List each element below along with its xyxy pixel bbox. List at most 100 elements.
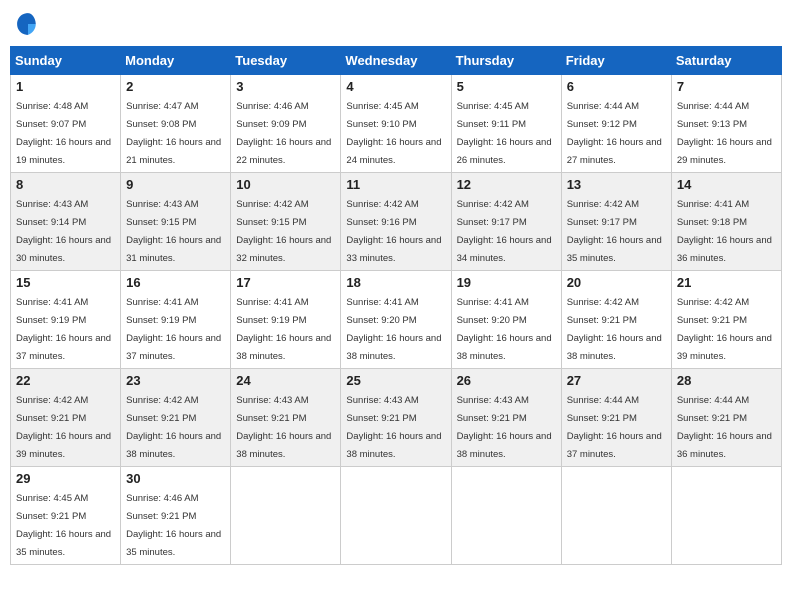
day-info: Sunrise: 4:42 AMSunset: 9:16 PMDaylight:… [346,199,441,264]
calendar-cell: 6 Sunrise: 4:44 AMSunset: 9:12 PMDayligh… [561,75,671,173]
day-info: Sunrise: 4:42 AMSunset: 9:21 PMDaylight:… [567,297,662,362]
col-header-saturday: Saturday [671,47,781,75]
day-info: Sunrise: 4:46 AMSunset: 9:21 PMDaylight:… [126,493,221,558]
calendar-cell: 5 Sunrise: 4:45 AMSunset: 9:11 PMDayligh… [451,75,561,173]
calendar-cell: 24 Sunrise: 4:43 AMSunset: 9:21 PMDaylig… [231,369,341,467]
day-number: 29 [16,471,115,486]
day-number: 10 [236,177,335,192]
day-number: 5 [457,79,556,94]
day-info: Sunrise: 4:41 AMSunset: 9:18 PMDaylight:… [677,199,772,264]
calendar-cell: 11 Sunrise: 4:42 AMSunset: 9:16 PMDaylig… [341,173,451,271]
calendar-cell: 26 Sunrise: 4:43 AMSunset: 9:21 PMDaylig… [451,369,561,467]
calendar-cell: 28 Sunrise: 4:44 AMSunset: 9:21 PMDaylig… [671,369,781,467]
day-number: 23 [126,373,225,388]
day-info: Sunrise: 4:44 AMSunset: 9:12 PMDaylight:… [567,101,662,166]
day-info: Sunrise: 4:42 AMSunset: 9:17 PMDaylight:… [567,199,662,264]
calendar-cell: 30 Sunrise: 4:46 AMSunset: 9:21 PMDaylig… [121,467,231,565]
day-number: 26 [457,373,556,388]
calendar-cell [341,467,451,565]
calendar-week-row: 1 Sunrise: 4:48 AMSunset: 9:07 PMDayligh… [11,75,782,173]
day-number: 22 [16,373,115,388]
day-number: 12 [457,177,556,192]
day-number: 7 [677,79,776,94]
day-number: 28 [677,373,776,388]
calendar-cell: 29 Sunrise: 4:45 AMSunset: 9:21 PMDaylig… [11,467,121,565]
day-number: 11 [346,177,445,192]
calendar-cell: 20 Sunrise: 4:42 AMSunset: 9:21 PMDaylig… [561,271,671,369]
day-number: 1 [16,79,115,94]
calendar-cell: 13 Sunrise: 4:42 AMSunset: 9:17 PMDaylig… [561,173,671,271]
calendar-cell: 14 Sunrise: 4:41 AMSunset: 9:18 PMDaylig… [671,173,781,271]
day-number: 30 [126,471,225,486]
calendar-cell [231,467,341,565]
calendar-cell: 25 Sunrise: 4:43 AMSunset: 9:21 PMDaylig… [341,369,451,467]
col-header-tuesday: Tuesday [231,47,341,75]
day-info: Sunrise: 4:42 AMSunset: 9:15 PMDaylight:… [236,199,331,264]
calendar-cell: 17 Sunrise: 4:41 AMSunset: 9:19 PMDaylig… [231,271,341,369]
day-info: Sunrise: 4:41 AMSunset: 9:19 PMDaylight:… [236,297,331,362]
day-info: Sunrise: 4:41 AMSunset: 9:20 PMDaylight:… [346,297,441,362]
day-number: 6 [567,79,666,94]
day-number: 25 [346,373,445,388]
calendar-cell: 1 Sunrise: 4:48 AMSunset: 9:07 PMDayligh… [11,75,121,173]
calendar-header-row: SundayMondayTuesdayWednesdayThursdayFrid… [11,47,782,75]
calendar-cell: 27 Sunrise: 4:44 AMSunset: 9:21 PMDaylig… [561,369,671,467]
calendar-week-row: 22 Sunrise: 4:42 AMSunset: 9:21 PMDaylig… [11,369,782,467]
day-info: Sunrise: 4:43 AMSunset: 9:14 PMDaylight:… [16,199,111,264]
day-number: 19 [457,275,556,290]
day-number: 21 [677,275,776,290]
day-info: Sunrise: 4:45 AMSunset: 9:21 PMDaylight:… [16,493,111,558]
logo [14,10,46,38]
day-number: 20 [567,275,666,290]
calendar-cell: 12 Sunrise: 4:42 AMSunset: 9:17 PMDaylig… [451,173,561,271]
calendar-cell: 9 Sunrise: 4:43 AMSunset: 9:15 PMDayligh… [121,173,231,271]
col-header-thursday: Thursday [451,47,561,75]
day-info: Sunrise: 4:45 AMSunset: 9:10 PMDaylight:… [346,101,441,166]
day-number: 8 [16,177,115,192]
day-info: Sunrise: 4:42 AMSunset: 9:21 PMDaylight:… [677,297,772,362]
calendar-cell: 7 Sunrise: 4:44 AMSunset: 9:13 PMDayligh… [671,75,781,173]
day-info: Sunrise: 4:41 AMSunset: 9:19 PMDaylight:… [16,297,111,362]
day-info: Sunrise: 4:43 AMSunset: 9:21 PMDaylight:… [346,395,441,460]
day-number: 16 [126,275,225,290]
day-info: Sunrise: 4:44 AMSunset: 9:21 PMDaylight:… [677,395,772,460]
day-number: 27 [567,373,666,388]
day-info: Sunrise: 4:42 AMSunset: 9:17 PMDaylight:… [457,199,552,264]
col-header-sunday: Sunday [11,47,121,75]
calendar-cell [451,467,561,565]
calendar-cell: 21 Sunrise: 4:42 AMSunset: 9:21 PMDaylig… [671,271,781,369]
day-info: Sunrise: 4:43 AMSunset: 9:21 PMDaylight:… [236,395,331,460]
day-info: Sunrise: 4:48 AMSunset: 9:07 PMDaylight:… [16,101,111,166]
col-header-monday: Monday [121,47,231,75]
calendar-cell: 23 Sunrise: 4:42 AMSunset: 9:21 PMDaylig… [121,369,231,467]
day-info: Sunrise: 4:42 AMSunset: 9:21 PMDaylight:… [126,395,221,460]
calendar-cell: 2 Sunrise: 4:47 AMSunset: 9:08 PMDayligh… [121,75,231,173]
calendar-cell: 3 Sunrise: 4:46 AMSunset: 9:09 PMDayligh… [231,75,341,173]
day-number: 2 [126,79,225,94]
calendar-cell: 4 Sunrise: 4:45 AMSunset: 9:10 PMDayligh… [341,75,451,173]
day-number: 18 [346,275,445,290]
calendar-table: SundayMondayTuesdayWednesdayThursdayFrid… [10,46,782,565]
day-info: Sunrise: 4:44 AMSunset: 9:21 PMDaylight:… [567,395,662,460]
day-info: Sunrise: 4:46 AMSunset: 9:09 PMDaylight:… [236,101,331,166]
calendar-cell [671,467,781,565]
day-info: Sunrise: 4:41 AMSunset: 9:20 PMDaylight:… [457,297,552,362]
calendar-cell: 22 Sunrise: 4:42 AMSunset: 9:21 PMDaylig… [11,369,121,467]
calendar-cell: 10 Sunrise: 4:42 AMSunset: 9:15 PMDaylig… [231,173,341,271]
day-info: Sunrise: 4:47 AMSunset: 9:08 PMDaylight:… [126,101,221,166]
calendar-cell: 15 Sunrise: 4:41 AMSunset: 9:19 PMDaylig… [11,271,121,369]
day-number: 3 [236,79,335,94]
day-info: Sunrise: 4:41 AMSunset: 9:19 PMDaylight:… [126,297,221,362]
col-header-wednesday: Wednesday [341,47,451,75]
calendar-cell [561,467,671,565]
calendar-cell: 19 Sunrise: 4:41 AMSunset: 9:20 PMDaylig… [451,271,561,369]
logo-icon [14,10,42,38]
day-number: 9 [126,177,225,192]
calendar-cell: 8 Sunrise: 4:43 AMSunset: 9:14 PMDayligh… [11,173,121,271]
calendar-week-row: 29 Sunrise: 4:45 AMSunset: 9:21 PMDaylig… [11,467,782,565]
day-number: 4 [346,79,445,94]
calendar-cell: 16 Sunrise: 4:41 AMSunset: 9:19 PMDaylig… [121,271,231,369]
day-info: Sunrise: 4:43 AMSunset: 9:15 PMDaylight:… [126,199,221,264]
day-number: 15 [16,275,115,290]
day-info: Sunrise: 4:45 AMSunset: 9:11 PMDaylight:… [457,101,552,166]
